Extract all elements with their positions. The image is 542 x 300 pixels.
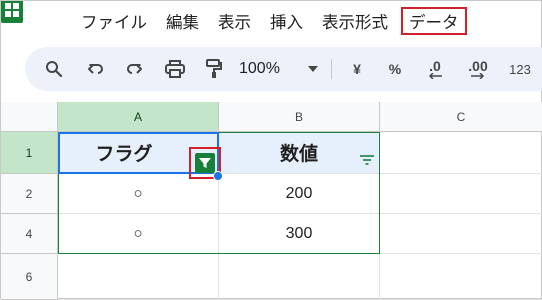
- column-header-b[interactable]: B: [219, 102, 380, 132]
- cell-b4[interactable]: 300: [219, 214, 380, 254]
- number-format-button[interactable]: 123: [505, 47, 535, 91]
- cell-c1[interactable]: [380, 132, 542, 174]
- percent-label: %: [388, 61, 402, 77]
- menu-edit[interactable]: 編集: [160, 7, 205, 35]
- toolbar: 100% ¥ % .0 .00 123: [25, 47, 542, 91]
- menu-view[interactable]: 表示: [212, 7, 257, 35]
- decrease-decimal-label: .0: [429, 58, 441, 74]
- arrow-left-icon: [428, 73, 442, 79]
- row-header-6[interactable]: 6: [1, 254, 58, 300]
- cell-b1-text: 数値: [279, 143, 318, 165]
- menu-data[interactable]: データ: [401, 7, 467, 35]
- increase-decimal-button[interactable]: .00: [461, 47, 495, 91]
- cell-a4[interactable]: ○: [58, 214, 219, 254]
- cell-c2[interactable]: [380, 174, 542, 214]
- row-header-4[interactable]: 4: [1, 214, 58, 254]
- cell-a6[interactable]: [58, 254, 219, 300]
- cell-b6[interactable]: [219, 254, 380, 300]
- menu-file[interactable]: ファイル: [75, 7, 153, 35]
- percent-button[interactable]: %: [383, 47, 407, 91]
- fill-handle[interactable]: [213, 171, 223, 181]
- row-header-1[interactable]: 1: [1, 132, 58, 174]
- filter-active-icon: [195, 153, 215, 173]
- cell-a1-text: フラグ: [95, 143, 153, 165]
- number-format-label: 123: [509, 61, 531, 77]
- increase-decimal-label: .00: [468, 58, 488, 74]
- column-header-a[interactable]: A: [58, 102, 219, 132]
- zoom-dropdown-icon[interactable]: [305, 47, 321, 91]
- menu-format[interactable]: 表示形式: [316, 7, 394, 35]
- zoom-select[interactable]: 100%: [239, 47, 299, 91]
- spreadsheet-grid: A B C 1 2 4 6 フラグ 数値 ○ 200 ○ 300: [1, 102, 542, 300]
- decrease-decimal-button[interactable]: .0: [420, 47, 450, 91]
- sheets-logo-icon[interactable]: [1, 0, 23, 25]
- paint-format-icon[interactable]: [199, 47, 229, 91]
- toolbar-divider: [331, 59, 332, 79]
- print-icon[interactable]: [160, 47, 190, 91]
- arrow-right-icon: [471, 73, 485, 79]
- cell-c6[interactable]: [380, 254, 542, 300]
- cell-c4[interactable]: [380, 214, 542, 254]
- cell-a2[interactable]: ○: [58, 174, 219, 214]
- menu-insert[interactable]: 挿入: [264, 7, 309, 35]
- undo-icon[interactable]: [81, 47, 111, 91]
- cell-b2[interactable]: 200: [219, 174, 380, 214]
- redo-icon[interactable]: [119, 47, 149, 91]
- select-all-corner[interactable]: [1, 102, 58, 132]
- currency-label: ¥: [353, 61, 361, 77]
- cell-b1[interactable]: 数値: [219, 132, 380, 174]
- row-header-2[interactable]: 2: [1, 174, 58, 214]
- currency-button[interactable]: ¥: [345, 47, 369, 91]
- filter-button-b[interactable]: [357, 150, 377, 170]
- filter-lines-icon: [360, 155, 374, 165]
- zoom-value: 100%: [239, 60, 280, 77]
- menu-bar: ファイル 編集 表示 挿入 表示形式 データ: [75, 7, 474, 35]
- column-header-c[interactable]: C: [380, 102, 542, 132]
- search-icon[interactable]: [39, 47, 69, 91]
